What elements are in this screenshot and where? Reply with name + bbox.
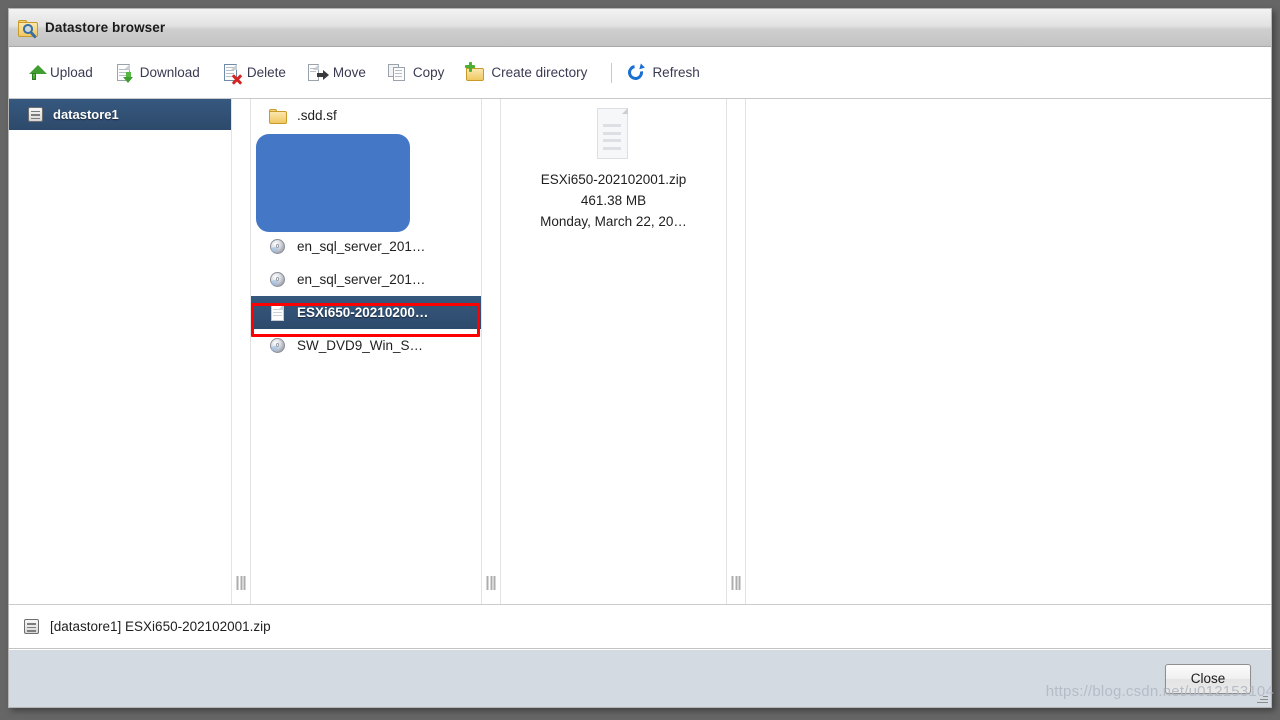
- refresh-button[interactable]: Refresh: [625, 58, 707, 88]
- list-item-label: ESXi650-20210200…: [297, 305, 429, 320]
- detail-file-size: 461.38 MB: [580, 193, 647, 208]
- list-item-label: en_sql_server_201…: [297, 239, 426, 254]
- detail-file-name: ESXi650-202102001.zip: [540, 172, 687, 187]
- upload-button[interactable]: Upload: [25, 58, 101, 88]
- status-path: [datastore1] ESXi650-202102001.zip: [50, 619, 271, 634]
- grip-icon: [236, 576, 246, 590]
- window-titlebar: Datastore browser: [9, 9, 1271, 47]
- download-icon: [115, 63, 133, 83]
- copy-icon: [387, 63, 406, 82]
- list-item-label: .sdd.sf: [297, 108, 337, 123]
- list-item-label: en_sql_server_201…: [297, 272, 426, 287]
- download-button-label: Download: [139, 65, 200, 80]
- browser-body: datastore1 .sdd.sf en_sql_server_201… en…: [9, 99, 1271, 605]
- document-icon: [592, 107, 636, 161]
- datastore-icon: [23, 618, 40, 635]
- move-button-label: Move: [332, 65, 366, 80]
- refresh-button-label: Refresh: [652, 65, 700, 80]
- copy-button[interactable]: Copy: [387, 58, 453, 88]
- datastore-icon: [27, 106, 45, 124]
- folder-icon: [269, 107, 287, 125]
- datastore-browser-window: Datastore browser Upload Download Delete…: [8, 8, 1272, 708]
- list-item-selected[interactable]: ESXi650-20210200…: [251, 296, 481, 329]
- delete-button-label: Delete: [246, 65, 286, 80]
- upload-icon: [25, 64, 47, 82]
- grip-icon: [486, 576, 496, 590]
- empty-pane: [746, 99, 1271, 604]
- resize-grip-icon[interactable]: [1256, 692, 1268, 704]
- file-list-pane: .sdd.sf en_sql_server_201… en_sql_server…: [251, 99, 482, 604]
- tree-item-datastore1[interactable]: datastore1: [9, 99, 231, 130]
- disc-icon: [269, 337, 287, 355]
- window-title: Datastore browser: [45, 20, 166, 35]
- status-bar: [datastore1] ESXi650-202102001.zip: [9, 605, 1271, 649]
- disc-icon: [269, 238, 287, 256]
- screen: Datastore browser Upload Download Delete…: [0, 0, 1280, 720]
- detail-file-modified: Monday, March 22, 20…: [540, 214, 687, 229]
- list-item[interactable]: .sdd.sf: [251, 99, 481, 132]
- folder-search-icon: [18, 18, 38, 39]
- toolbar-separator: [611, 62, 613, 83]
- download-button[interactable]: Download: [115, 58, 208, 88]
- datastore-tree-pane: datastore1: [9, 99, 232, 604]
- create-directory-button[interactable]: Create directory: [465, 58, 595, 88]
- upload-button-label: Upload: [50, 65, 93, 80]
- create-directory-button-label: Create directory: [491, 65, 588, 80]
- redaction-block: [256, 134, 410, 232]
- disc-icon: [269, 271, 287, 289]
- new-folder-icon: [465, 61, 485, 82]
- document-icon: [269, 303, 287, 322]
- refresh-icon: [625, 61, 647, 83]
- toolbar: Upload Download Delete Move Copy Create …: [9, 47, 1271, 99]
- delete-icon: [222, 63, 243, 85]
- list-item-label: SW_DVD9_Win_S…: [297, 338, 424, 353]
- list-item[interactable]: SW_DVD9_Win_S…: [251, 329, 481, 362]
- footer-button-bar: Close: [9, 649, 1271, 707]
- list-item[interactable]: en_sql_server_201…: [251, 263, 481, 296]
- copy-button-label: Copy: [412, 65, 445, 80]
- tree-item-label: datastore1: [53, 107, 119, 122]
- list-item[interactable]: en_sql_server_201…: [251, 230, 481, 263]
- move-button[interactable]: Move: [308, 58, 374, 88]
- file-detail-pane: ESXi650-202102001.zip 461.38 MB Monday, …: [501, 99, 727, 604]
- splitter-handle-3[interactable]: [727, 99, 746, 604]
- close-button[interactable]: Close: [1165, 663, 1251, 694]
- delete-button[interactable]: Delete: [222, 58, 294, 88]
- splitter-handle-1[interactable]: [232, 99, 251, 604]
- splitter-handle-2[interactable]: [482, 99, 501, 604]
- grip-icon: [731, 576, 741, 590]
- move-icon: [308, 63, 329, 82]
